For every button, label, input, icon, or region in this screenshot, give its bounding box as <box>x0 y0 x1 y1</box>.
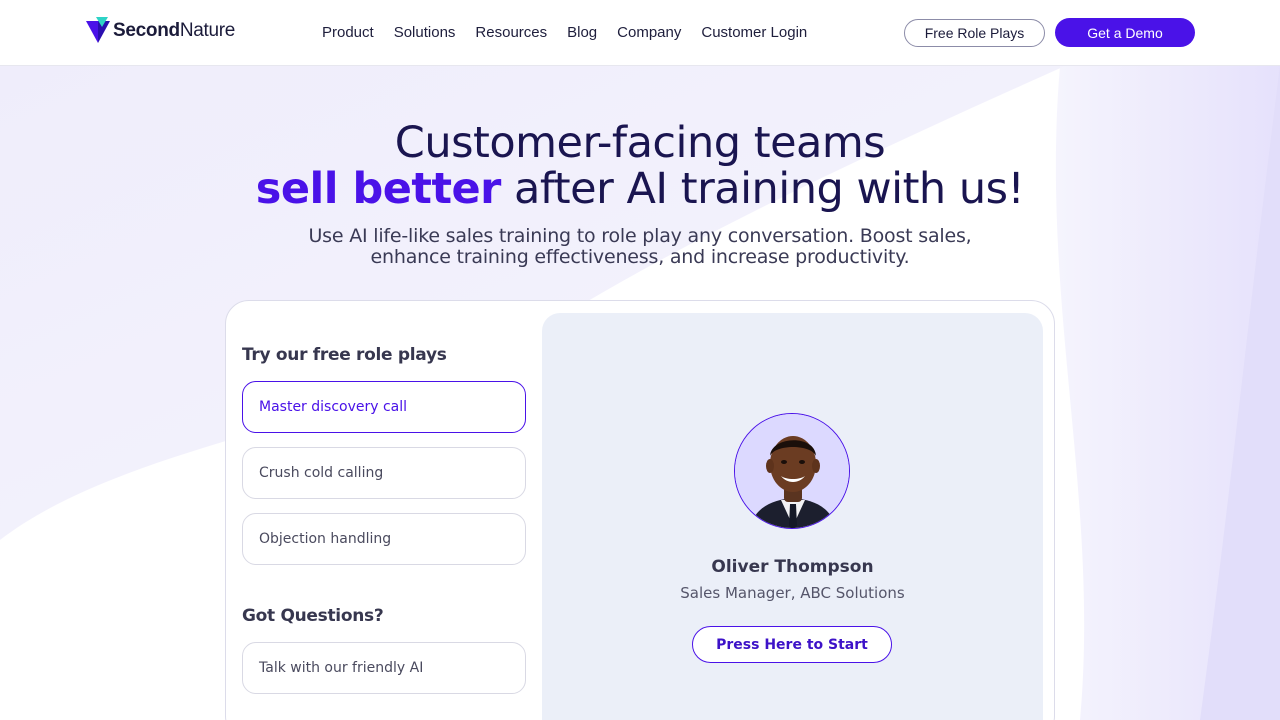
persona-role: Sales Manager, ABC Solutions <box>680 584 905 602</box>
hero-subtitle: Use AI life-like sales training to role … <box>0 226 1280 268</box>
press-to-start-button[interactable]: Press Here to Start <box>692 626 892 663</box>
person-avatar <box>734 413 850 529</box>
hero-heading-accent: sell better <box>255 164 502 214</box>
nav-item-resources[interactable]: Resources <box>475 23 547 43</box>
roleplay-option-objection-handling[interactable]: Objection handling <box>242 513 526 565</box>
brand-logo[interactable]: SecondNature <box>86 16 235 46</box>
hero-heading-line2: sell better after AI training with us! <box>0 166 1280 212</box>
hero-heading-rest: after AI training with us! <box>500 164 1025 214</box>
brand-name: SecondNature <box>113 20 236 41</box>
persona-panel: Oliver Thompson Sales Manager, ABC Solut… <box>542 313 1043 720</box>
hero-subtitle-line2: enhance training effectiveness, and incr… <box>370 246 910 268</box>
person-avatar-illustration <box>735 414 849 528</box>
nav-item-blog[interactable]: Blog <box>567 23 597 43</box>
persona-name: Oliver Thompson <box>711 557 874 577</box>
nav-item-solutions[interactable]: Solutions <box>394 23 456 43</box>
hero-section: Customer-facing teams sell better after … <box>0 120 1280 268</box>
site-header: SecondNature Product Solutions Resources… <box>0 0 1280 66</box>
talk-with-ai-option[interactable]: Talk with our friendly AI <box>242 642 526 694</box>
roleplay-card: Try our free role plays Master discovery… <box>225 300 1055 720</box>
secondnature-logo-icon <box>86 17 110 43</box>
main-nav: Product Solutions Resources Blog Company… <box>322 23 827 43</box>
hero-heading-line1: Customer-facing teams <box>394 118 886 168</box>
roleplay-option-cold-calling[interactable]: Crush cold calling <box>242 447 526 499</box>
get-demo-button[interactable]: Get a Demo <box>1055 18 1195 47</box>
nav-item-product[interactable]: Product <box>322 23 374 43</box>
hero-subtitle-line1: Use AI life-like sales training to role … <box>308 225 972 247</box>
free-role-plays-button[interactable]: Free Role Plays <box>904 19 1045 47</box>
roleplay-option-discovery[interactable]: Master discovery call <box>242 381 526 433</box>
nav-item-company[interactable]: Company <box>617 23 681 43</box>
roleplays-title: Try our free role plays <box>242 345 447 365</box>
questions-title: Got Questions? <box>242 606 384 626</box>
nav-item-customer-login[interactable]: Customer Login <box>701 23 807 43</box>
